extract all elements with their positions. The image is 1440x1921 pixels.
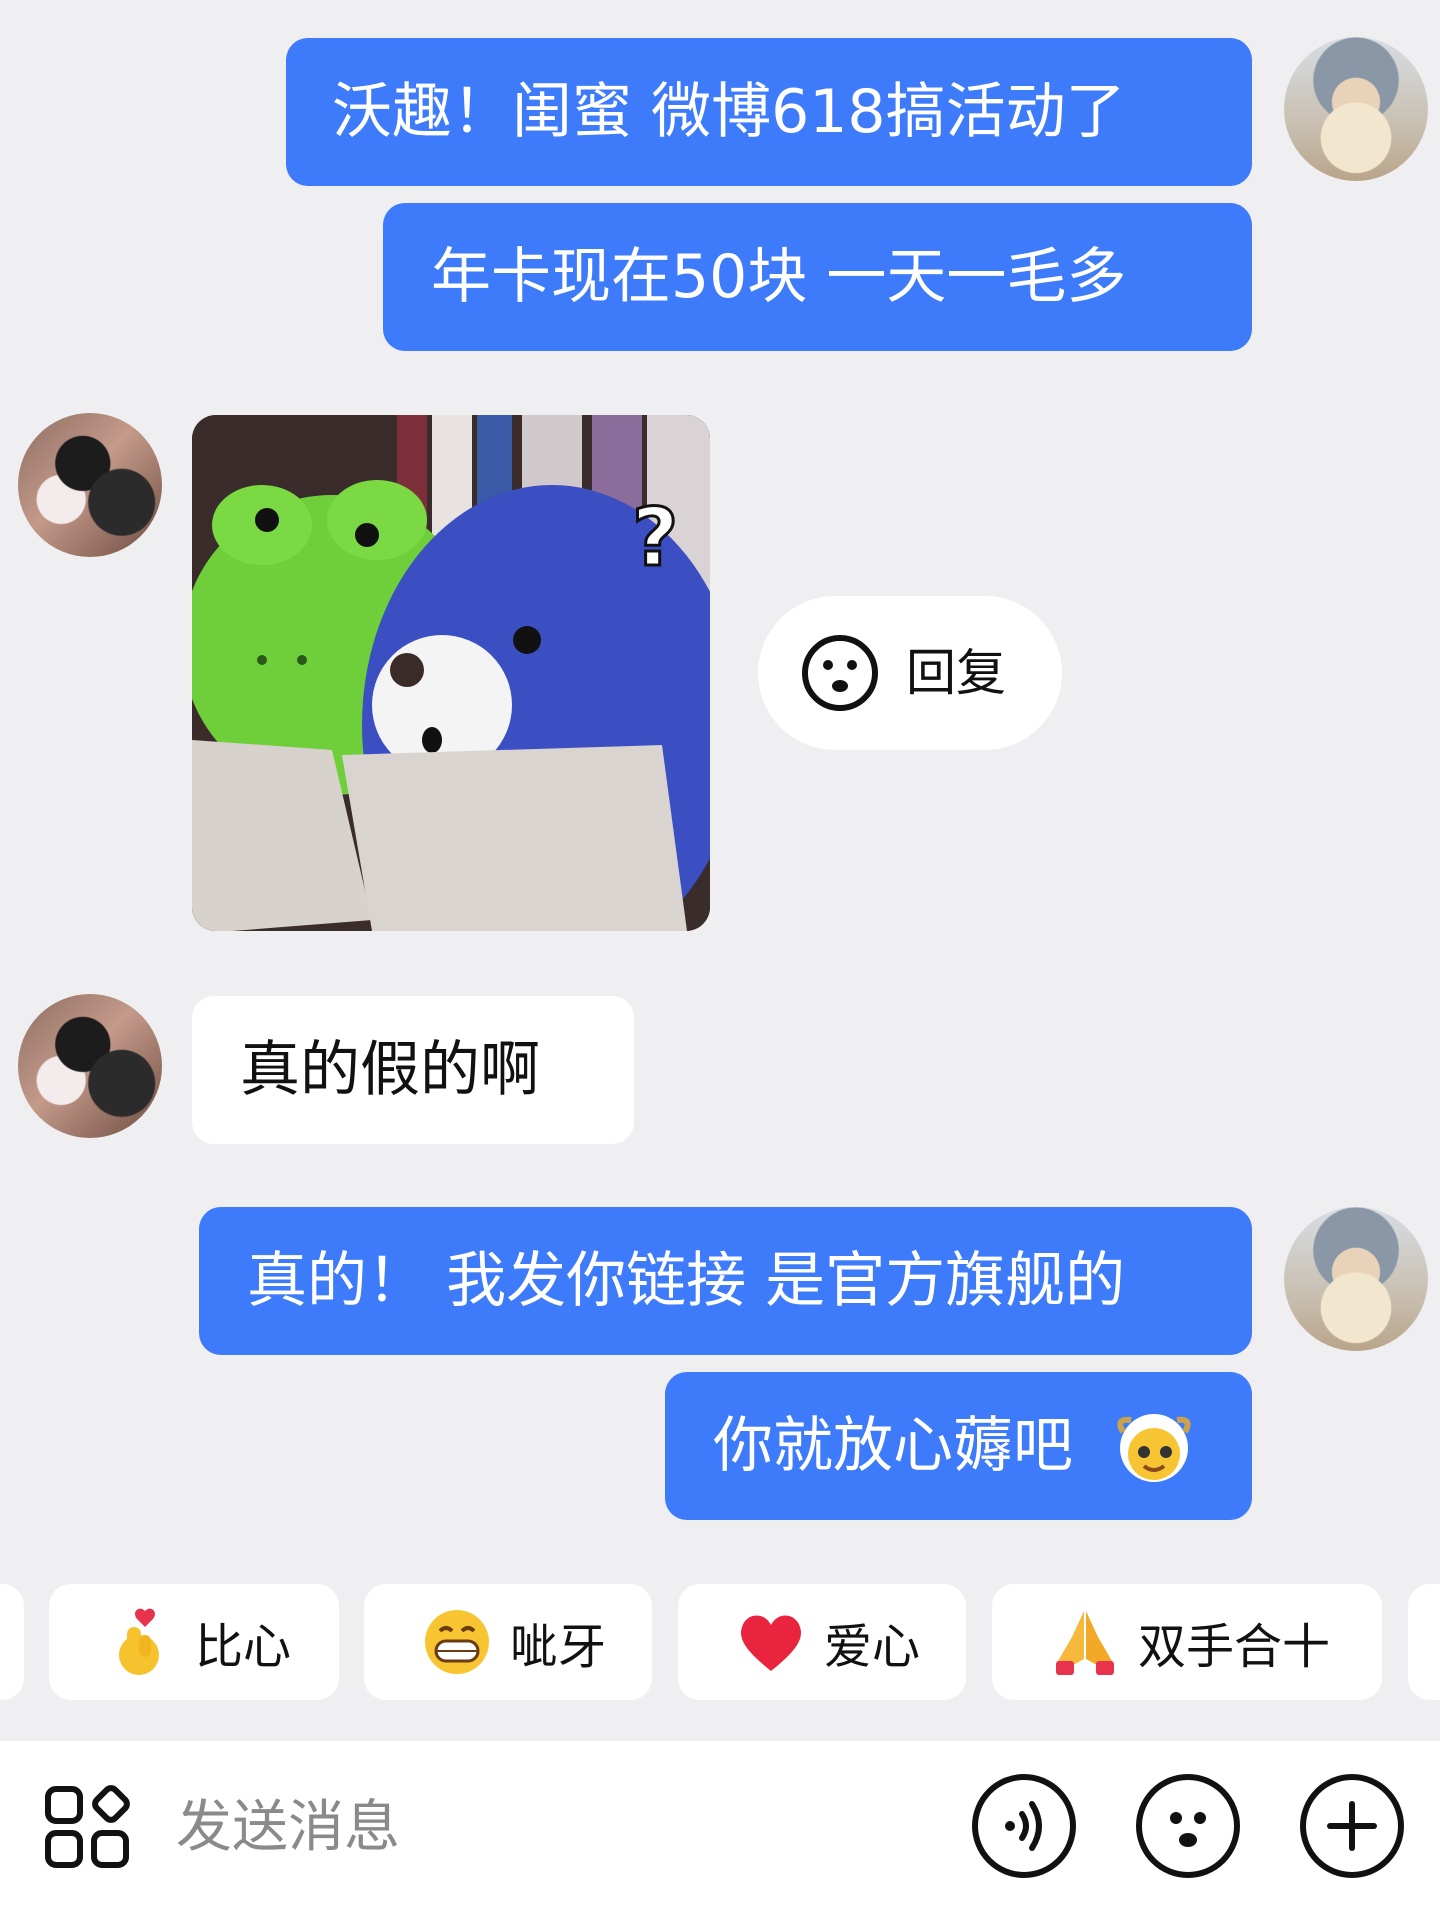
red-heart-icon	[741, 1615, 801, 1671]
smile-face-icon	[802, 635, 878, 711]
apps-grid-icon[interactable]	[44, 1783, 134, 1873]
message-text: 真的！ 我发你链接 是官方旗舰的	[247, 1246, 1126, 1316]
quick-reply-finger-heart[interactable]: 比心	[49, 1584, 339, 1700]
emoji-icon	[1170, 1812, 1206, 1847]
message-text: 沃趣！闺蜜 微博618搞活动了	[332, 77, 1126, 147]
sticker-question-mark: ?	[632, 491, 678, 584]
avatar-self[interactable]	[1284, 1207, 1428, 1351]
quick-reply-folded-hands[interactable]: 双手合十	[992, 1584, 1382, 1700]
reply-button[interactable]: 回复	[758, 596, 1062, 750]
avatar-friend[interactable]	[18, 413, 162, 557]
message-input-placeholder: 发送消息	[176, 1795, 400, 1860]
quick-reply-label: 双手合十	[1138, 1619, 1331, 1675]
quick-reply-grin[interactable]: 呲牙	[364, 1584, 652, 1700]
voice-button[interactable]	[972, 1774, 1076, 1878]
reply-label: 回复	[906, 644, 1006, 702]
sticker-image[interactable]: ?	[192, 415, 710, 931]
emoji-button[interactable]	[1136, 1774, 1240, 1878]
quick-reply-heart[interactable]: 爱心	[678, 1584, 966, 1700]
finger-heart-icon	[119, 1608, 159, 1675]
message-bubble-outgoing[interactable]: 你就放心薅吧	[665, 1372, 1252, 1520]
avatar-friend[interactable]	[18, 994, 162, 1138]
voice-icon	[1005, 1801, 1042, 1851]
chip-edge-right[interactable]	[1408, 1584, 1440, 1700]
avatar-self[interactable]	[1284, 37, 1428, 181]
sheep-emoji-icon	[1117, 1414, 1191, 1482]
quick-reply-label: 呲牙	[510, 1619, 607, 1675]
quick-reply-label: 比心	[195, 1619, 292, 1675]
quick-reply-label: 爱心	[824, 1619, 921, 1675]
plus-icon	[1327, 1801, 1377, 1851]
message-bubble-outgoing[interactable]: 沃趣！闺蜜 微博618搞活动了	[286, 38, 1252, 186]
message-text: 你就放心薅吧	[713, 1411, 1073, 1481]
more-button[interactable]	[1300, 1774, 1404, 1878]
message-text: 年卡现在50块 一天一毛多	[431, 242, 1127, 312]
message-input[interactable]: 发送消息	[176, 1770, 936, 1886]
grin-face-icon	[425, 1610, 489, 1674]
message-bubble-outgoing[interactable]: 年卡现在50块 一天一毛多	[383, 203, 1252, 351]
folded-hands-icon	[1056, 1611, 1114, 1675]
message-bubble-incoming[interactable]: 真的假的啊	[192, 996, 634, 1144]
sticker-illustration: ?	[192, 415, 710, 931]
message-bubble-outgoing[interactable]: 真的！ 我发你链接 是官方旗舰的	[199, 1207, 1252, 1355]
chip-edge-left[interactable]	[0, 1584, 24, 1700]
message-text: 真的假的啊	[240, 1035, 540, 1105]
